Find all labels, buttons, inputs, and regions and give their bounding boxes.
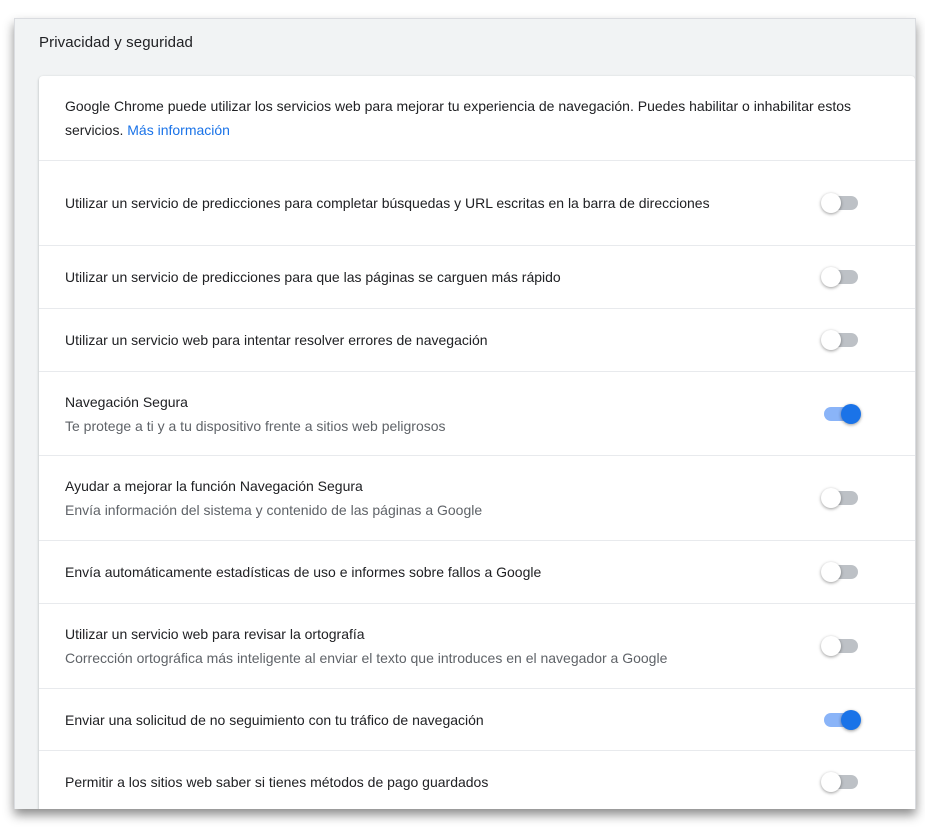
toggle-knob: [821, 193, 841, 213]
toggle-knob: [841, 403, 861, 424]
setting-label: Utilizar un servicio de predicciones par…: [65, 269, 561, 285]
setting-sublabel: Corrección ortográfica más inteligente a…: [65, 650, 668, 666]
toggle-knob: [821, 330, 841, 350]
setting-toggle[interactable]: [821, 772, 861, 792]
setting-label: Utilizar un servicio web para intentar r…: [65, 332, 488, 348]
setting-text: Ayudar a mejorar la función Navegación S…: [65, 474, 805, 522]
setting-text: Utilizar un servicio web para revisar la…: [65, 622, 805, 670]
setting-text: Utilizar un servicio de predicciones par…: [65, 191, 805, 215]
setting-row-usage-statistics[interactable]: Envía automáticamente estadísticas de us…: [39, 540, 915, 603]
setting-toggle[interactable]: [821, 636, 861, 656]
setting-row-page-preload[interactable]: Utilizar un servicio de predicciones par…: [39, 245, 915, 308]
setting-label: Permitir a los sitios web saber si tiene…: [65, 774, 489, 790]
setting-toggle[interactable]: [821, 193, 861, 213]
setting-text: Envía automáticamente estadísticas de us…: [65, 560, 805, 584]
toggle-knob: [841, 709, 861, 730]
setting-row-payment-methods[interactable]: Permitir a los sitios web saber si tiene…: [39, 750, 915, 809]
setting-row-search-predictions[interactable]: Utilizar un servicio de predicciones par…: [39, 160, 915, 245]
setting-text: Permitir a los sitios web saber si tiene…: [65, 770, 805, 794]
intro-row: Google Chrome puede utilizar los servici…: [65, 76, 895, 160]
learn-more-link[interactable]: Más información: [127, 122, 230, 138]
toggle-knob: [821, 562, 841, 582]
privacy-card: Google Chrome puede utilizar los servici…: [39, 76, 915, 809]
setting-row-navigation-errors[interactable]: Utilizar un servicio web para intentar r…: [39, 308, 915, 371]
intro-text-block: Google Chrome puede utilizar los servici…: [65, 94, 895, 142]
setting-row-do-not-track[interactable]: Enviar una solicitud de no seguimiento c…: [39, 688, 915, 750]
setting-label: Enviar una solicitud de no seguimiento c…: [65, 711, 484, 728]
setting-text: Utilizar un servicio web para intentar r…: [65, 328, 805, 352]
setting-toggle[interactable]: [821, 330, 861, 350]
setting-toggle[interactable]: [821, 267, 861, 287]
setting-sublabel: Envía información del sistema y contenid…: [65, 502, 483, 518]
setting-toggle[interactable]: [821, 488, 861, 508]
setting-label: Ayudar a mejorar la función Navegación S…: [65, 478, 363, 494]
setting-row-improve-safe-browsing[interactable]: Ayudar a mejorar la función Navegación S…: [39, 455, 915, 540]
toggle-knob: [821, 488, 841, 508]
setting-text: Navegación Segura Te protege a ti y a tu…: [65, 390, 805, 438]
setting-label: Envía automáticamente estadísticas de us…: [65, 564, 542, 580]
setting-toggle[interactable]: [821, 562, 861, 582]
setting-text: Utilizar un servicio de predicciones par…: [65, 265, 805, 289]
setting-row-safe-browsing[interactable]: Navegación Segura Te protege a ti y a tu…: [39, 371, 915, 455]
setting-text: Enviar una solicitud de no seguimiento c…: [65, 708, 805, 732]
toggle-knob: [821, 636, 841, 656]
setting-sublabel: Te protege a ti y a tu dispositivo frent…: [65, 417, 446, 434]
setting-label: Utilizar un servicio web para revisar la…: [65, 626, 365, 642]
setting-label: Navegación Segura: [65, 393, 188, 410]
toggle-knob: [821, 772, 841, 792]
setting-toggle[interactable]: [821, 709, 861, 730]
toggle-knob: [821, 267, 841, 287]
setting-toggle[interactable]: [821, 403, 861, 424]
settings-window: Privacidad y seguridad Google Chrome pue…: [14, 18, 916, 809]
setting-row-spell-check[interactable]: Utilizar un servicio web para revisar la…: [39, 603, 915, 688]
setting-label: Utilizar un servicio de predicciones par…: [65, 195, 710, 211]
section-title: Privacidad y seguridad: [39, 34, 193, 51]
